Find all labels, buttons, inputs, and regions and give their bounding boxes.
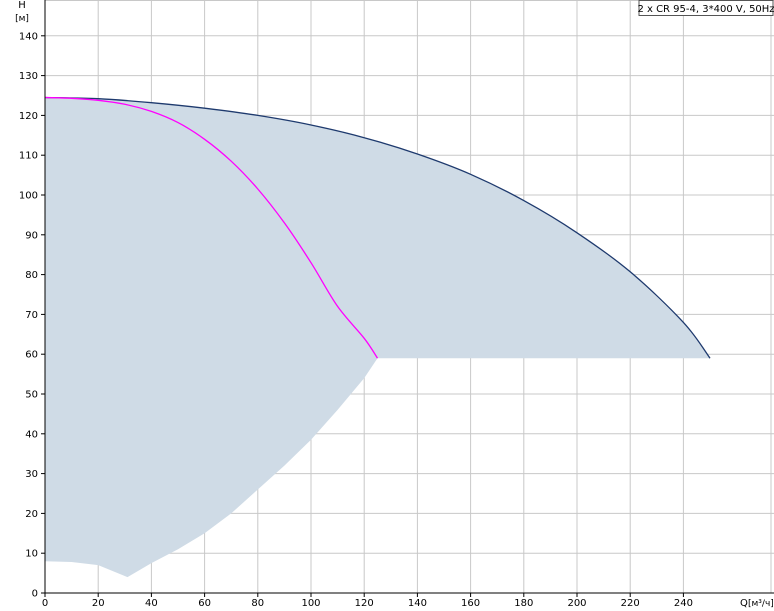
y-tick-label-10: 10	[25, 549, 38, 560]
x-tick-label-100: 100	[301, 598, 320, 609]
x-tick-label-60: 60	[198, 598, 211, 609]
y-tick-label-50: 50	[25, 390, 38, 401]
y-tick-label-130: 130	[19, 71, 38, 82]
x-tick-label-140: 140	[408, 598, 427, 609]
y-axis-symbol: H	[18, 0, 26, 11]
y-tick-label-60: 60	[25, 350, 38, 361]
x-tick-label-80: 80	[251, 598, 264, 609]
y-tick-label-90: 90	[25, 230, 38, 241]
y-tick-label-100: 100	[19, 191, 38, 202]
x-axis-unit: [м³/ч]	[748, 599, 774, 609]
legend-label: 2 x CR 95-4, 3*400 V, 50Hz	[637, 4, 774, 15]
y-tick-label-40: 40	[25, 429, 38, 440]
y-tick-label-0: 0	[32, 589, 38, 600]
pump-curve-chart: 0 20 40 60 80 100 120 140 160 180 200 220 240 0 10 20 3…	[0, 0, 774, 611]
y-tick-label-120: 120	[19, 111, 38, 122]
y-tick-label-110: 110	[19, 151, 38, 162]
y-tick-label-70: 70	[25, 310, 38, 321]
x-tick-label-240: 240	[674, 598, 693, 609]
x-tick-label-180: 180	[514, 598, 533, 609]
x-tick-label-20: 20	[92, 598, 105, 609]
y-tick-label-20: 20	[25, 509, 38, 520]
x-tick-label-0: 0	[42, 598, 48, 609]
x-tick-label-200: 200	[567, 598, 586, 609]
y-tick-label-80: 80	[25, 270, 38, 281]
y-axis-unit: [м]	[15, 14, 29, 24]
x-tick-label-40: 40	[145, 598, 158, 609]
y-tick-label-30: 30	[25, 469, 38, 480]
x-tick-label-160: 160	[461, 598, 480, 609]
x-tick-label-220: 220	[621, 598, 640, 609]
x-tick-label-120: 120	[355, 598, 374, 609]
x-axis-symbol: Q	[740, 598, 748, 609]
y-tick-label-140: 140	[19, 31, 38, 42]
legend-box: 2 x CR 95-4, 3*400 V, 50Hz	[637, 0, 774, 16]
